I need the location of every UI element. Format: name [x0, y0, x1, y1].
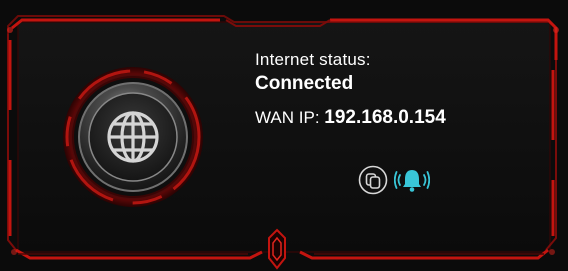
globe-icon: [63, 67, 203, 207]
bottom-emblem: [268, 228, 286, 270]
wan-ip-row: WAN IP: 192.168.0.154: [255, 106, 446, 130]
copy-button[interactable]: [358, 165, 388, 195]
wan-ip-label: WAN IP:: [255, 108, 320, 127]
bell-icon: [393, 170, 431, 192]
copy-icon: [358, 165, 388, 195]
internet-status-card: Internet status: Connected WAN IP: 192.1…: [0, 0, 568, 271]
internet-status-label: Internet status:: [255, 50, 371, 69]
wan-ip-value: 192.168.0.154: [324, 107, 446, 128]
internet-status-value: Connected: [255, 73, 354, 94]
notification-button[interactable]: [393, 166, 431, 194]
globe-badge: [60, 64, 206, 210]
internet-info: Internet status: Connected WAN IP: 192.1…: [255, 50, 446, 130]
